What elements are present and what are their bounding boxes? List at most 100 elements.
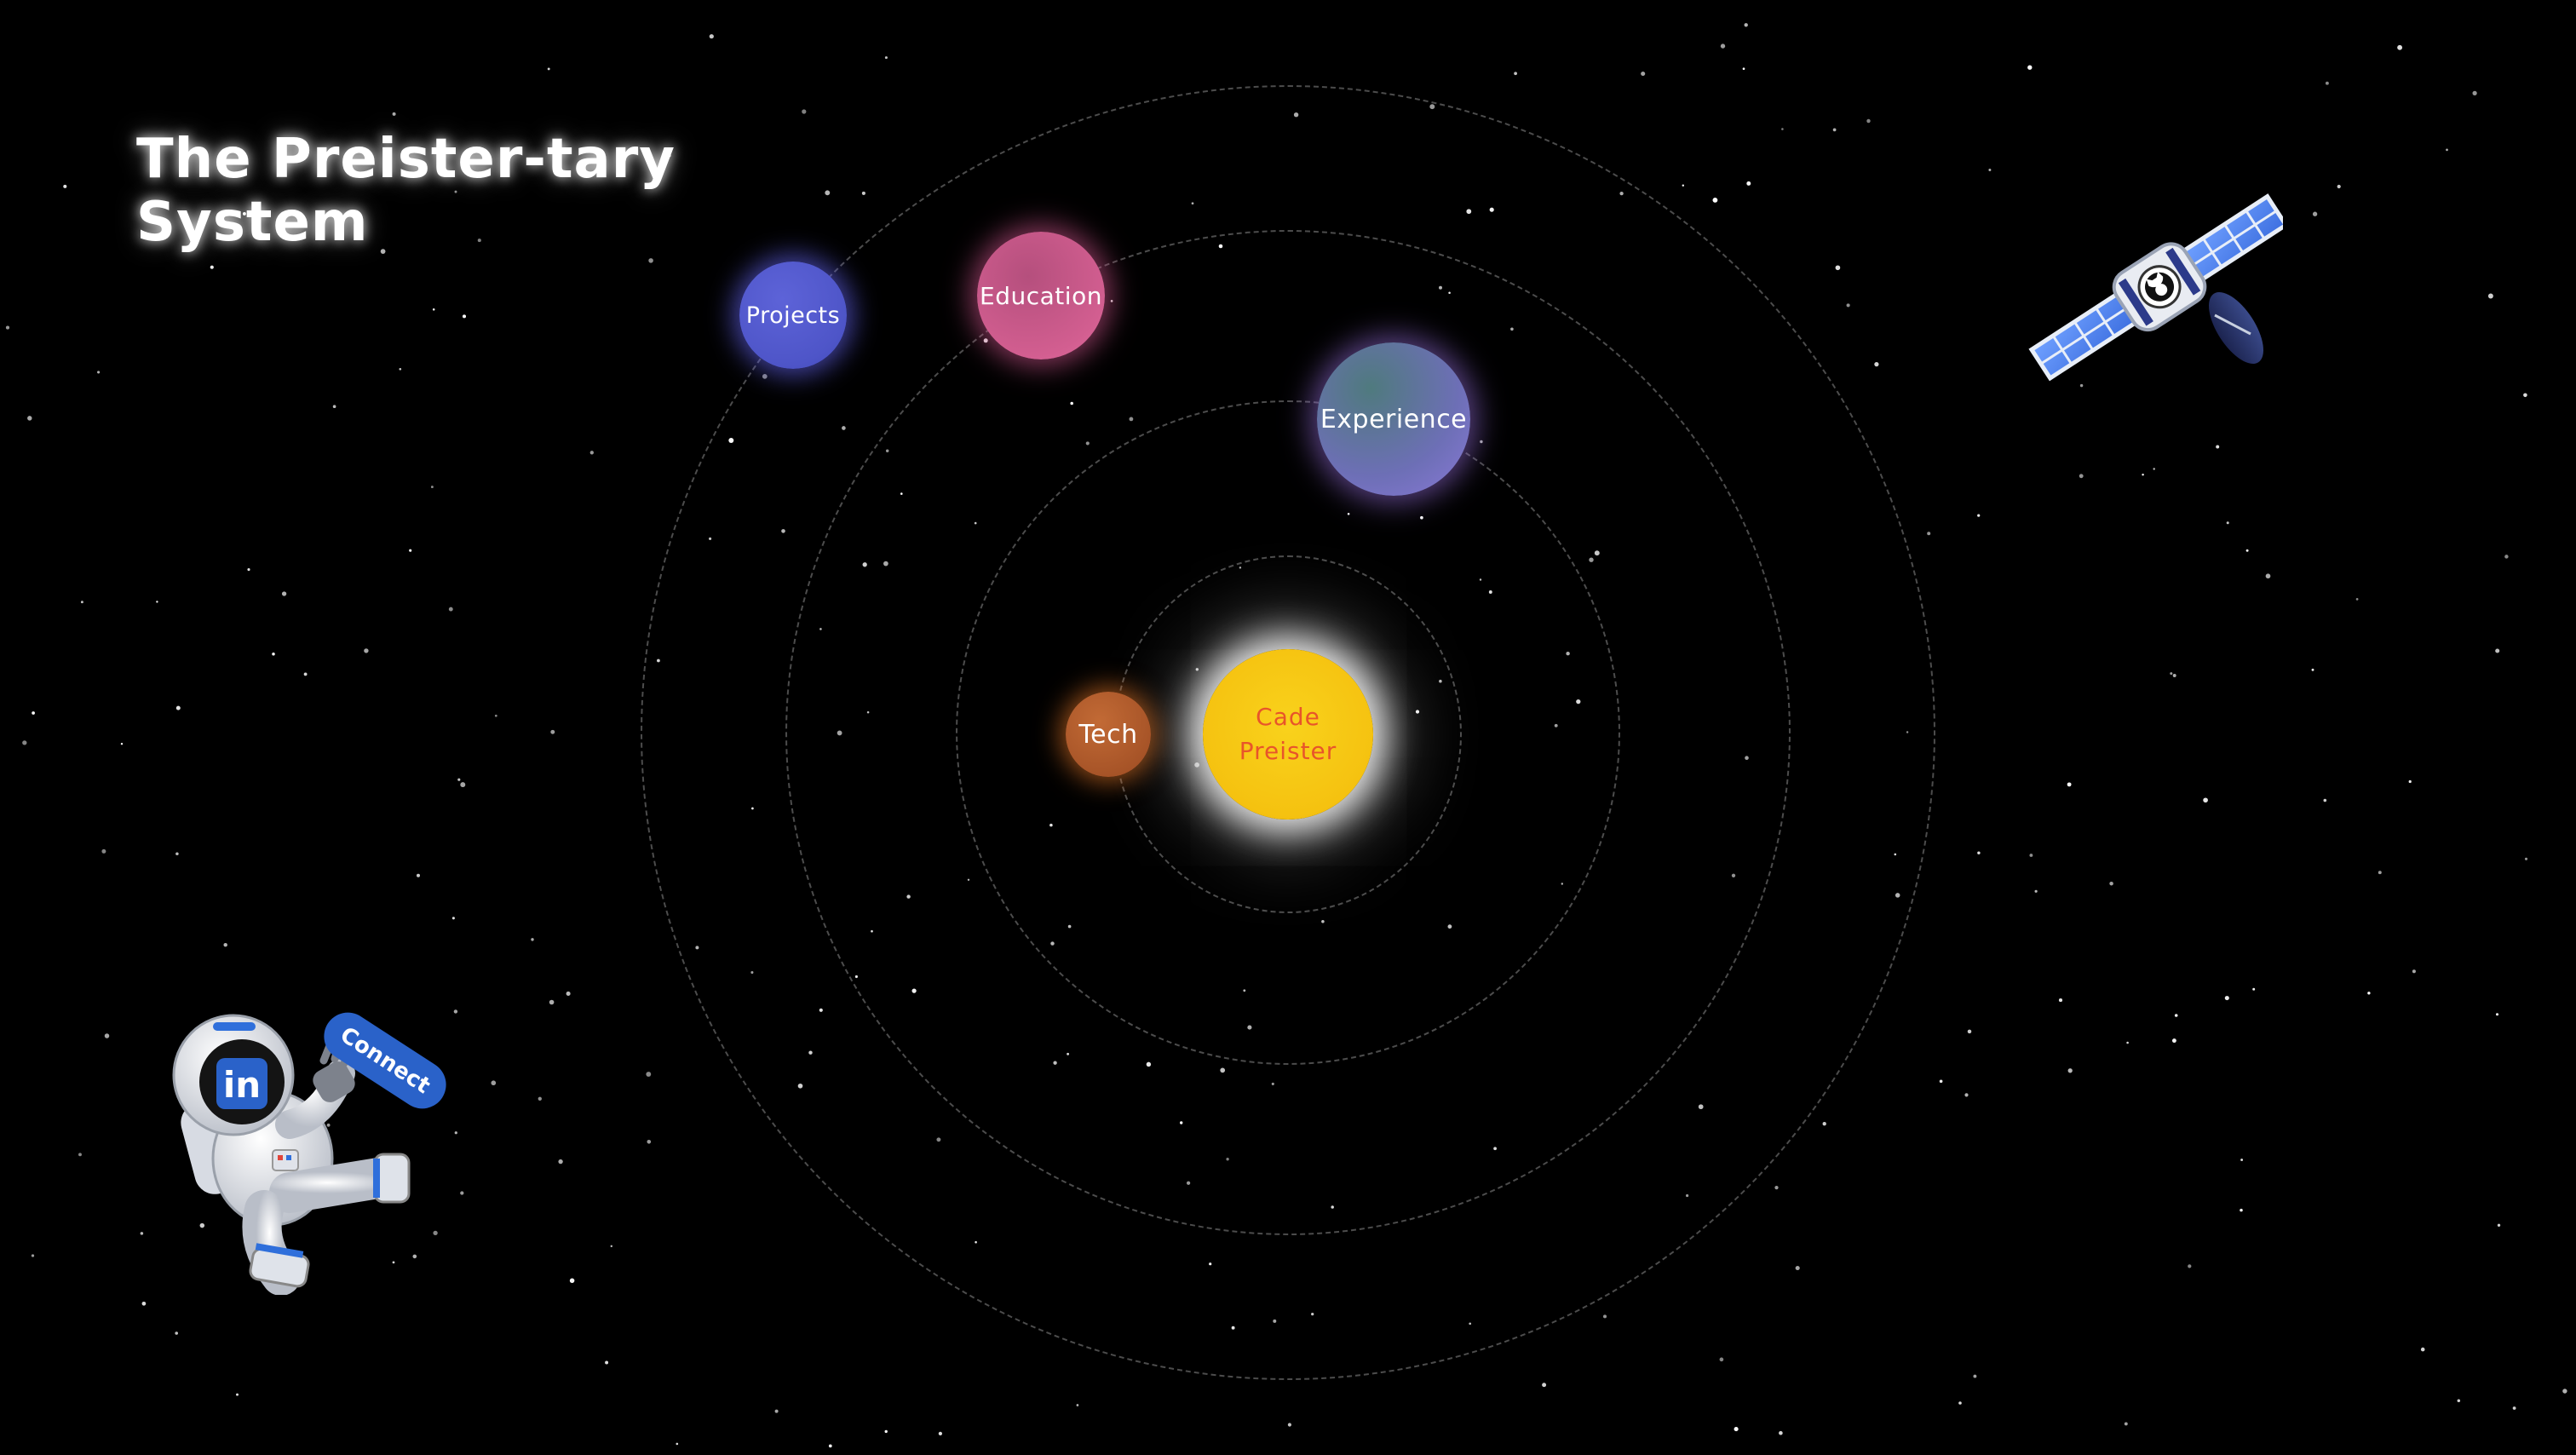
star — [2067, 782, 2072, 787]
star — [825, 190, 831, 196]
star — [1746, 181, 1751, 186]
star — [2512, 1406, 2516, 1410]
star — [2378, 871, 2382, 875]
star — [2323, 798, 2327, 802]
star — [2224, 996, 2229, 1001]
star — [861, 191, 865, 195]
star — [1781, 128, 1784, 130]
star — [101, 848, 106, 854]
star — [2562, 1389, 2567, 1394]
star — [2240, 1159, 2244, 1161]
star — [2174, 1014, 2178, 1017]
star — [1514, 72, 1517, 76]
star — [281, 591, 287, 596]
star — [2367, 992, 2371, 995]
star — [2420, 1347, 2425, 1352]
star — [462, 314, 467, 319]
star — [2311, 668, 2314, 671]
star — [531, 938, 534, 941]
star — [272, 653, 275, 656]
star — [31, 1254, 35, 1257]
star — [1712, 197, 1718, 203]
star — [2124, 1422, 2128, 1426]
star — [1076, 1404, 1079, 1406]
star — [2497, 1223, 2501, 1227]
star — [140, 1232, 144, 1235]
star — [1822, 1122, 1826, 1126]
linkedin-astronaut-icon[interactable]: in — [162, 997, 451, 1295]
planet-experience[interactable]: Experience — [1317, 342, 1470, 496]
star — [1779, 1430, 1783, 1435]
star — [1774, 1185, 1779, 1190]
star — [538, 1096, 542, 1101]
star — [1641, 71, 1646, 77]
star — [332, 405, 336, 409]
star — [399, 367, 402, 371]
star — [1734, 1427, 1739, 1432]
star — [1846, 303, 1850, 308]
star — [566, 991, 571, 996]
star — [550, 729, 555, 734]
sun-label-line-1: Cade — [1256, 703, 1320, 731]
star — [2216, 445, 2220, 449]
star — [1287, 1423, 1291, 1427]
planet-education[interactable]: Education — [977, 232, 1105, 359]
planet-tech[interactable]: Tech — [1066, 692, 1151, 777]
star — [1832, 128, 1837, 132]
star — [1973, 1374, 1977, 1378]
star — [1927, 532, 1931, 536]
star — [392, 112, 396, 116]
star — [120, 742, 124, 745]
star — [97, 371, 101, 374]
star — [2058, 998, 2063, 1003]
star — [1964, 1093, 1969, 1097]
star — [2408, 779, 2412, 784]
planet-projects[interactable]: Projects — [739, 262, 847, 369]
star — [1958, 1401, 1962, 1405]
star — [80, 601, 83, 604]
star — [1866, 118, 1871, 124]
star — [2153, 468, 2155, 470]
star — [549, 999, 555, 1005]
star — [156, 601, 158, 603]
star — [774, 1409, 779, 1413]
star — [247, 568, 250, 572]
star — [448, 607, 453, 612]
star — [460, 782, 466, 788]
planet-projects-label: Projects — [745, 302, 841, 329]
star — [5, 325, 10, 330]
star — [1602, 1314, 1607, 1319]
star — [457, 778, 461, 781]
star — [1682, 184, 1685, 187]
star — [2252, 987, 2256, 991]
star — [2109, 881, 2113, 886]
star — [2172, 674, 2176, 677]
star — [2029, 854, 2033, 857]
star — [223, 942, 227, 947]
star — [63, 184, 67, 188]
star — [2412, 969, 2416, 974]
star — [676, 1442, 679, 1446]
github-satellite-icon[interactable] — [2027, 187, 2283, 392]
star — [430, 486, 434, 489]
star — [451, 917, 455, 920]
star — [1977, 851, 1981, 854]
star — [32, 711, 35, 715]
star — [1542, 1383, 1547, 1388]
star — [1835, 265, 1841, 271]
star — [2504, 555, 2509, 559]
star — [1939, 1079, 1943, 1084]
star — [417, 873, 420, 877]
star — [175, 852, 179, 856]
star — [364, 648, 369, 653]
star — [454, 1131, 457, 1135]
star — [1977, 514, 1981, 517]
star — [1874, 361, 1879, 367]
star — [2027, 65, 2033, 70]
star — [884, 1429, 888, 1434]
page-title-line-1: The Preister-tary — [136, 128, 676, 191]
star — [2312, 211, 2318, 216]
star — [303, 672, 308, 676]
sun-about-me[interactable]: Cade Preister — [1203, 649, 1373, 820]
star — [460, 1191, 464, 1195]
